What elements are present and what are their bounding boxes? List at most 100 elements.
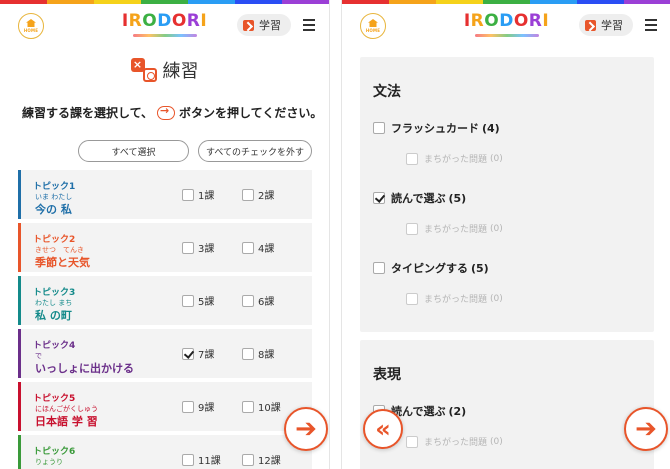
study-label: 学習: [259, 19, 281, 32]
study-button[interactable]: 学習: [237, 14, 291, 36]
sub-option-count: (0): [490, 293, 503, 304]
home-button[interactable]: HOME: [360, 13, 386, 39]
lesson-label: 4課: [258, 244, 275, 255]
lesson-checkbox[interactable]: 3課: [182, 240, 214, 255]
instruction-text: 練習する課を選択して、 ボタンを押してください。: [22, 104, 322, 121]
lesson-checkbox[interactable]: 8課: [242, 346, 274, 361]
topic-label: トピック4: [33, 341, 76, 351]
lesson-label: 2課: [258, 191, 275, 202]
checkbox-icon[interactable]: [182, 188, 194, 201]
lesson-label: 11課: [198, 456, 221, 467]
lesson-checkbox[interactable]: 9課: [182, 399, 214, 414]
exercise-option[interactable]: タイピングする (5): [373, 260, 489, 276]
topic-label: トピック1: [33, 182, 76, 192]
topic-row: トピック4 でいっしょに出かける 7課 8課: [18, 329, 312, 378]
lesson-label: 5課: [198, 297, 215, 308]
checkbox-icon[interactable]: [406, 222, 418, 235]
topic-row: トピック5 にほんごがくしゅう 日本語 学 習 9課 10課: [18, 382, 312, 431]
home-icon: [26, 19, 36, 27]
irodori-logo: IRODORI: [122, 11, 207, 31]
option-label: 読んで選ぶ: [391, 192, 446, 205]
next-button[interactable]: ➔: [284, 407, 328, 451]
lesson-checkbox[interactable]: 7課: [182, 346, 214, 361]
study-button[interactable]: 学習: [579, 14, 633, 36]
topic-label: トピック2: [33, 235, 76, 245]
lesson-checkbox[interactable]: 4課: [242, 240, 274, 255]
option-count: (5): [471, 261, 489, 275]
checkbox-icon[interactable]: [182, 453, 194, 466]
study-label: 学習: [601, 19, 623, 32]
checkbox-icon[interactable]: [242, 241, 254, 254]
checkbox-icon[interactable]: [182, 294, 194, 307]
checkbox-icon[interactable]: [242, 188, 254, 201]
practice-icon: ×: [130, 58, 157, 82]
checkbox-icon[interactable]: [406, 152, 418, 165]
sub-option-label: まちがった問題: [424, 225, 488, 235]
next-button[interactable]: ➔: [624, 407, 668, 451]
hamburger-menu-icon[interactable]: [645, 19, 657, 31]
checkbox-icon[interactable]: [373, 262, 385, 274]
topic-label: トピック5: [33, 394, 76, 404]
exercise-select-screen: HOME IRODORI 学習 文法 フラッシュカード (4) まちがった問題 (0)…: [341, 0, 670, 469]
lesson-checkbox[interactable]: 5課: [182, 293, 214, 308]
topic-row: トピック6 りょうり 11課 12課: [18, 435, 312, 469]
lesson-checkbox[interactable]: 12課: [242, 452, 281, 467]
home-button[interactable]: HOME: [18, 13, 44, 39]
checkbox-icon[interactable]: [182, 400, 194, 413]
sub-option-label: まちがった問題: [424, 295, 488, 305]
checkbox-icon[interactable]: [373, 192, 385, 204]
checkbox-icon[interactable]: [182, 347, 194, 360]
mistakes-only-option[interactable]: まちがった問題 (0): [406, 292, 503, 305]
instruction-post: ボタンを押してください。: [179, 106, 323, 120]
topic-ruby: りょうり: [35, 458, 63, 466]
topic-name: 私 の町: [35, 309, 72, 322]
topic-name: 日本語 学 習: [35, 415, 98, 428]
checkbox-icon[interactable]: [242, 347, 254, 360]
checkbox-icon[interactable]: [242, 453, 254, 466]
hamburger-menu-icon[interactable]: [303, 19, 315, 31]
mistakes-only-option[interactable]: まちがった問題 (0): [406, 435, 503, 448]
sub-option-count: (0): [490, 223, 503, 234]
mistakes-only-option[interactable]: まちがった問題 (0): [406, 222, 503, 235]
checkbox-icon[interactable]: [373, 122, 385, 134]
exercise-option[interactable]: フラッシュカード (4): [373, 120, 500, 136]
select-all-button[interactable]: すべて選択: [78, 140, 189, 162]
arrow-right-icon: ➔: [635, 414, 657, 444]
logo-letter: O: [142, 11, 158, 31]
page-title: 練習: [162, 61, 199, 82]
logo-underline: [132, 34, 197, 37]
logo-letter: I: [121, 11, 129, 31]
lesson-checkbox[interactable]: 6課: [242, 293, 274, 308]
checkbox-icon[interactable]: [242, 294, 254, 307]
expression-section: 表現 読んで選ぶ (2) まちがった問題 (0): [360, 340, 654, 469]
lesson-label: 9課: [198, 403, 215, 414]
checkbox-icon[interactable]: [406, 292, 418, 305]
header: HOME IRODORI 学習: [342, 4, 670, 44]
option-label: フラッシュカード: [391, 122, 479, 135]
back-button[interactable]: «: [363, 409, 403, 449]
lesson-checkbox[interactable]: 2課: [242, 187, 274, 202]
lesson-checkbox[interactable]: 10課: [242, 399, 281, 414]
page-heading: × 練習: [0, 57, 329, 83]
sub-option-count: (0): [490, 153, 503, 164]
lesson-checkbox[interactable]: 1課: [182, 187, 214, 202]
clear-all-button[interactable]: すべてのチェックを外す: [198, 140, 312, 162]
exercise-option[interactable]: 読んで選ぶ (5): [373, 190, 466, 206]
logo-letter: O: [484, 11, 500, 31]
logo-letter: R: [470, 11, 485, 31]
option-count: (4): [482, 121, 500, 135]
arrow-right-icon: ➔: [295, 414, 317, 444]
lesson-label: 7課: [198, 350, 215, 361]
topic-name: 季節と天気: [35, 256, 90, 269]
topic-label: トピック6: [33, 447, 76, 457]
checkbox-icon[interactable]: [182, 241, 194, 254]
lesson-checkbox[interactable]: 11課: [182, 452, 221, 467]
irodori-logo: IRODORI: [464, 11, 549, 31]
mistakes-only-option[interactable]: まちがった問題 (0): [406, 152, 503, 165]
logo-underline: [474, 34, 539, 37]
logo-letter: R: [128, 11, 143, 31]
option-count: (5): [448, 191, 467, 205]
checkbox-icon[interactable]: [406, 435, 418, 448]
lesson-label: 12課: [258, 456, 281, 467]
checkbox-icon[interactable]: [242, 400, 254, 413]
